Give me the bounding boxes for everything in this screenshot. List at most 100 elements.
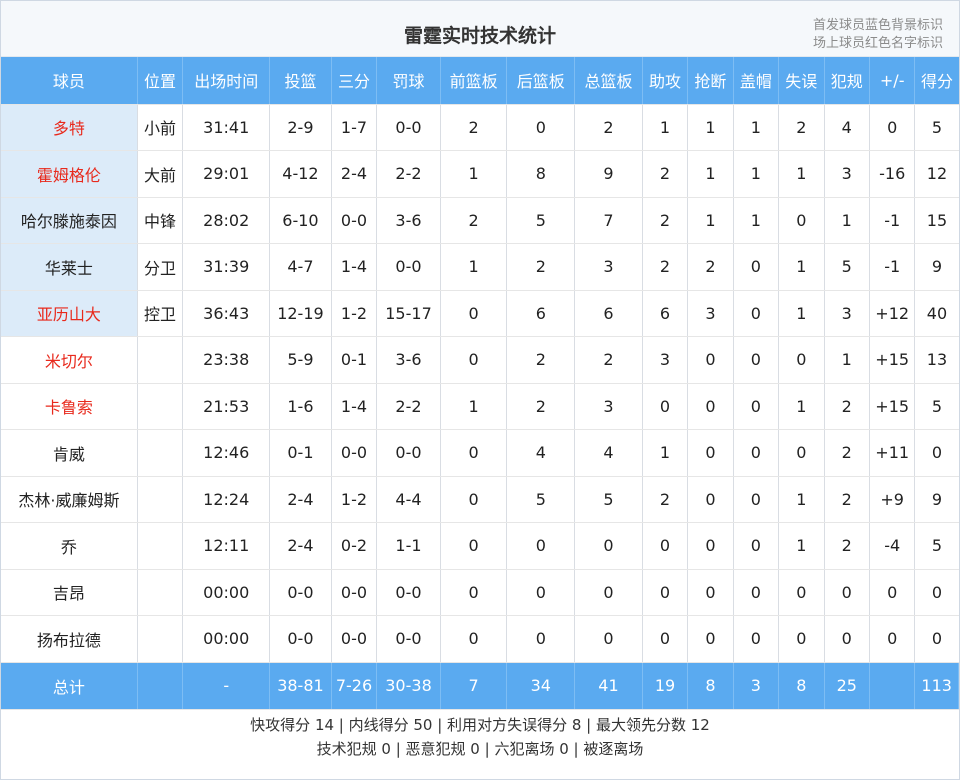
tov-cell: 1 (778, 290, 825, 337)
dreb-cell: 6 (506, 290, 576, 337)
oreb-cell: 0 (440, 290, 508, 337)
pts-cell: 5 (914, 383, 959, 430)
fg-cell: 5-9 (269, 336, 332, 384)
pts-cell: 5 (914, 522, 959, 570)
pf-cell: 0 (824, 569, 870, 616)
fg-cell: 6-10 (269, 197, 332, 244)
oreb-cell: 0 (440, 569, 508, 616)
minutes-cell: 12:11 (182, 522, 271, 570)
stl-cell: 0 (687, 522, 734, 570)
player-name[interactable]: 吉昂 (1, 569, 138, 616)
oreb-cell: 0 (440, 476, 508, 523)
pts-cell: 12 (914, 150, 959, 198)
player-name[interactable]: 华莱士 (1, 243, 138, 291)
ft-cell: 1-1 (376, 522, 441, 570)
ast-cell: 0 (642, 569, 689, 616)
total-oreb-cell: 7 (440, 662, 508, 710)
player-name[interactable]: 哈尔滕施泰因 (1, 197, 138, 244)
stl-cell: 1 (687, 104, 734, 151)
three-pt-cell: 1-4 (331, 243, 378, 291)
blk-cell: 1 (733, 197, 780, 244)
plus-minus-cell: 0 (869, 615, 916, 663)
oreb-cell: 2 (440, 104, 508, 151)
header-position: 位置 (137, 57, 184, 105)
player-name[interactable]: 肯威 (1, 429, 138, 477)
oreb-cell: 0 (440, 336, 508, 384)
oreb-cell: 0 (440, 429, 508, 477)
total-ft-cell: 30-38 (376, 662, 441, 710)
minutes-cell: 12:46 (182, 429, 271, 477)
ast-cell: 6 (642, 290, 689, 337)
ft-cell: 3-6 (376, 336, 441, 384)
plus-minus-cell: -1 (869, 197, 916, 244)
player-name[interactable]: 米切尔 (1, 336, 138, 384)
oreb-cell: 0 (440, 615, 508, 663)
player-name[interactable]: 杰林·威廉姆斯 (1, 476, 138, 523)
table-row: 霍姆格伦 大前 29:01 4-12 2-4 2-2 1 8 9 2 1 1 1 3 -16 12 (1, 150, 959, 198)
stl-cell: 0 (687, 383, 734, 430)
three-pt-cell: 0-0 (331, 429, 378, 477)
pf-cell: 2 (824, 476, 870, 523)
tov-cell: 0 (778, 197, 825, 244)
ast-cell: 1 (642, 429, 689, 477)
fg-cell: 1-6 (269, 383, 332, 430)
header-reb: 总篮板 (574, 57, 643, 105)
player-name[interactable]: 亚历山大 (1, 290, 138, 337)
dreb-cell: 0 (506, 522, 576, 570)
player-name[interactable]: 乔 (1, 522, 138, 570)
player-position: 控卫 (137, 290, 184, 337)
player-position (137, 615, 184, 663)
total-dreb-cell: 34 (506, 662, 576, 710)
table-row: 多特 小前 31:41 2-9 1-7 0-0 2 0 2 1 1 1 2 4 0 5 (1, 104, 959, 151)
minutes-cell: 23:38 (182, 336, 271, 384)
oreb-cell: 1 (440, 383, 508, 430)
total-pf-cell: 25 (824, 662, 870, 710)
stl-cell: 0 (687, 569, 734, 616)
table-header-row: 球员 位置 出场时间 投篮 三分 罚球 前篮板 后篮板 总篮板 助攻 抢断 盖帽 失误 犯规 +/- 得分 (1, 57, 959, 105)
player-name[interactable]: 多特 (1, 104, 138, 151)
blk-cell: 0 (733, 290, 780, 337)
blk-cell: 0 (733, 243, 780, 291)
pts-cell: 9 (914, 243, 959, 291)
player-position (137, 383, 184, 430)
stl-cell: 0 (687, 615, 734, 663)
ft-cell: 0-0 (376, 569, 441, 616)
stats-panel: 雷霆实时技术统计 首发球员蓝色背景标识 场上球员红色名字标识 球员 位置 出场时间投… (0, 0, 960, 780)
total-fg-cell: 38-81 (269, 662, 332, 710)
pts-cell: 15 (914, 197, 959, 244)
fg-cell: 2-4 (269, 522, 332, 570)
three-pt-cell: 2-4 (331, 150, 378, 198)
dreb-cell: 2 (506, 383, 576, 430)
pts-cell: 40 (914, 290, 959, 337)
table-row: 扬布拉德 00:00 0-0 0-0 0-0 0 0 0 0 0 0 0 0 0 0 (1, 615, 959, 663)
blk-cell: 0 (733, 429, 780, 477)
player-position: 分卫 (137, 243, 184, 291)
minutes-cell: 28:02 (182, 197, 271, 244)
ast-cell: 1 (642, 104, 689, 151)
header-stl: 抢断 (687, 57, 734, 105)
pts-cell: 0 (914, 429, 959, 477)
player-position (137, 336, 184, 384)
tov-cell: 0 (778, 336, 825, 384)
player-name[interactable]: 霍姆格伦 (1, 150, 138, 198)
total-reb-cell: 41 (574, 662, 643, 710)
minutes-cell: 36:43 (182, 290, 271, 337)
total-tov-cell: 8 (778, 662, 825, 710)
player-name[interactable]: 卡鲁索 (1, 383, 138, 430)
tov-cell: 0 (778, 615, 825, 663)
stl-cell: 0 (687, 336, 734, 384)
game-summary: 快攻得分 14 | 内线得分 50 | 利用对方失误得分 8 | 最大领先分数 … (1, 713, 959, 761)
stl-cell: 3 (687, 290, 734, 337)
reb-cell: 4 (574, 429, 643, 477)
oreb-cell: 1 (440, 150, 508, 198)
plus-minus-cell: +15 (869, 336, 916, 384)
three-pt-cell: 1-2 (331, 290, 378, 337)
ast-cell: 2 (642, 197, 689, 244)
dreb-cell: 5 (506, 197, 576, 244)
blk-cell: 0 (733, 476, 780, 523)
ft-cell: 4-4 (376, 476, 441, 523)
player-name[interactable]: 扬布拉德 (1, 615, 138, 663)
pf-cell: 1 (824, 197, 870, 244)
stl-cell: 1 (687, 197, 734, 244)
fg-cell: 0-1 (269, 429, 332, 477)
